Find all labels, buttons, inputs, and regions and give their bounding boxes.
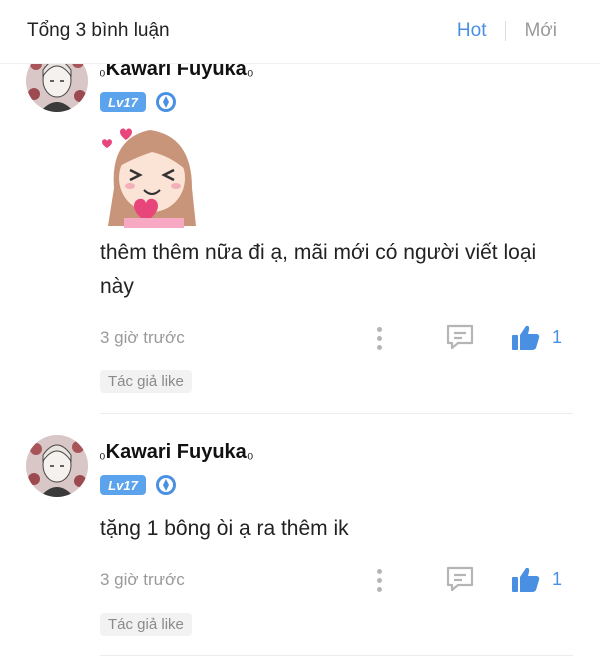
author-like-tag: Tác giả like	[100, 613, 192, 636]
comments-count-title: Tổng 3 bình luận	[27, 20, 170, 41]
sort-new-tab[interactable]: Mới	[524, 20, 557, 42]
user-badges: Lv17	[100, 474, 177, 496]
avatar-image	[26, 435, 88, 497]
sort-hot-tab[interactable]: Hot	[457, 20, 487, 42]
name-decoration-left: ₀	[99, 445, 106, 462]
more-options-icon[interactable]	[372, 567, 386, 593]
like-button[interactable]: 1	[511, 566, 562, 593]
thumbs-up-icon	[512, 567, 540, 592]
avatar[interactable]	[26, 435, 88, 497]
comment-time: 3 giờ trước	[100, 570, 185, 589]
comment-item: ₀Kawari Fuyuka₀ Lv17 tặng 1 bông òi ạ ra…	[0, 0, 600, 661]
comment-text: tặng 1 bông òi ạ ra thêm ik	[100, 517, 349, 540]
comment-divider	[100, 655, 573, 656]
username[interactable]: ₀Kawari Fuyuka₀	[99, 441, 253, 464]
like-count: 1	[552, 569, 563, 589]
level-badge: Lv17	[100, 475, 146, 495]
comments-header: Tổng 3 bình luận Hot Mới	[0, 0, 600, 64]
sort-tabs: Hot Mới	[457, 20, 557, 42]
reply-icon[interactable]	[445, 565, 475, 593]
sort-divider	[505, 21, 507, 41]
name-decoration-right: ₀	[246, 445, 254, 462]
medal-icon	[156, 475, 176, 495]
